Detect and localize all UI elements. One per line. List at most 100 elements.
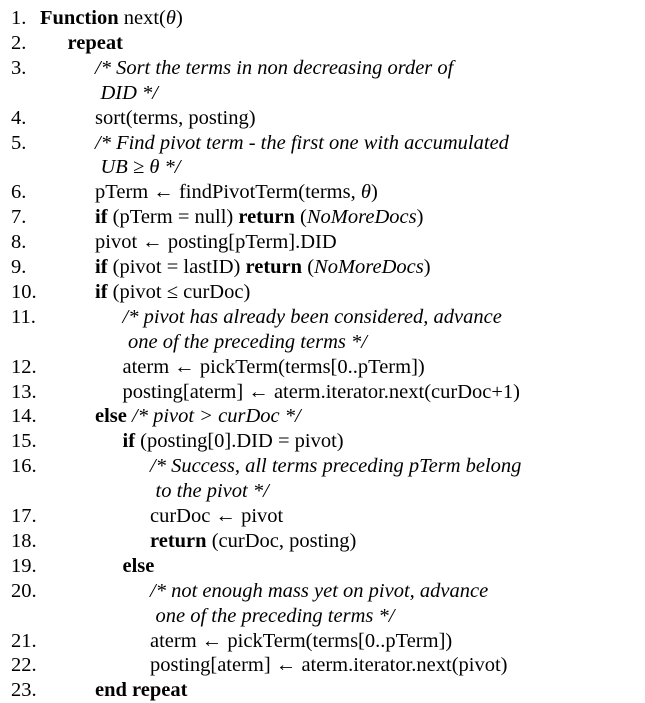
algorithm-line: one of the preceding terms */	[0, 604, 645, 629]
algorithm-line: 2. repeat	[0, 31, 645, 56]
line-number: 21.	[11, 629, 37, 652]
algorithm-line: 15. if (posting[0].DID = pivot)	[0, 429, 645, 454]
algorithm-line: 10. if (pivot ≤ curDoc)	[0, 280, 645, 305]
line-number: 19.	[11, 554, 37, 577]
line-code: aterm ← pickTerm(terms[0..pTerm])	[150, 629, 452, 654]
keyword: if	[95, 280, 108, 303]
line-code: pivot ← posting[pTerm].DID	[95, 230, 337, 255]
line-number: 13.	[11, 380, 37, 403]
algorithm-line: 3. /* Sort the terms in non decreasing or…	[0, 56, 645, 81]
comment-or-math: θ	[165, 7, 176, 29]
code-text: posting[aterm] ← aterm.iterator.next(cur…	[122, 380, 521, 403]
line-number: 14.	[11, 405, 37, 428]
code-text: (	[302, 256, 315, 278]
line-number: 8.	[11, 231, 27, 254]
line-number: 1.	[11, 7, 27, 29]
algorithm-line: UB ≥ θ */	[0, 155, 645, 180]
code-text: aterm ← pickTerm(terms[0..pTerm])	[150, 629, 453, 652]
line-number: 20.	[11, 579, 37, 602]
algorithm-line: 1. Function next(θ)	[0, 6, 645, 31]
algorithm-line: 16. /* Success, all terms preceding pTerm…	[0, 454, 645, 479]
line-code: end repeat	[95, 678, 187, 703]
line-code: aterm ← pickTerm(terms[0..pTerm])	[123, 355, 425, 380]
code-text: next(	[118, 7, 166, 29]
line-code: /* not enough mass yet on pivot, advance	[150, 579, 488, 604]
keyword: return	[245, 256, 303, 278]
algorithm-line: 7. if (pTerm = null) return (NoMoreDocs)	[0, 205, 645, 230]
algorithm-line: DID */	[0, 81, 645, 106]
line-number: 16.	[11, 455, 37, 478]
line-number: 22.	[11, 654, 37, 677]
code-text: (	[294, 206, 307, 229]
line-code: one of the preceding terms */	[156, 604, 395, 629]
line-number: 10.	[11, 280, 37, 303]
line-number: 5.	[11, 131, 27, 154]
line-code: /* Success, all terms preceding pTerm be…	[150, 454, 521, 479]
algorithm-line: 14. else /* pivot > curDoc */	[0, 404, 645, 429]
comment-or-math: to the pivot */	[155, 480, 269, 503]
line-number: 7.	[11, 206, 27, 229]
line-number: 15.	[11, 430, 37, 453]
keyword: else	[122, 554, 155, 577]
line-number: 23.	[11, 679, 37, 702]
comment-or-math: /* pivot > curDoc */	[126, 405, 301, 428]
line-number: 12.	[11, 355, 37, 378]
code-text: )	[423, 256, 431, 278]
comment-or-math: /* pivot has already been considered, ad…	[122, 305, 502, 328]
line-number: 9.	[11, 256, 27, 278]
comment-or-math: NoMoreDocs	[306, 206, 417, 229]
algorithm-line: 17. curDoc ← pivot	[0, 504, 645, 529]
line-code: if (pTerm = null) return (NoMoreDocs)	[95, 205, 423, 230]
line-number: 2.	[11, 31, 27, 54]
line-code: repeat	[68, 31, 123, 56]
code-text: (pTerm = null)	[107, 206, 239, 229]
code-text: (pivot ≤ curDoc)	[107, 280, 251, 303]
line-code: to the pivot */	[156, 479, 269, 504]
keyword: if	[122, 430, 136, 453]
code-text: )	[416, 206, 424, 229]
comment-or-math: DID */	[100, 81, 159, 104]
line-number: 11.	[11, 305, 36, 328]
code-text: pTerm ← findPivotTerm(terms,	[95, 181, 361, 204]
algorithm-line: 23. end repeat	[0, 678, 645, 703]
line-code: /* Sort the terms in non decreasing orde…	[95, 56, 453, 81]
algorithm-line: 18. return (curDoc, posting)	[0, 529, 645, 554]
code-text: posting[aterm] ← aterm.iterator.next(piv…	[150, 654, 508, 677]
line-code: else	[123, 554, 155, 579]
line-number: 6.	[11, 181, 27, 204]
algorithm-line: 12. aterm ← pickTerm(terms[0..pTerm])	[0, 355, 645, 380]
algorithm-listing: 1. Function next(θ) 2. repeat 3./* Sort the …	[0, 0, 645, 701]
line-code: if (pivot ≤ curDoc)	[95, 280, 250, 305]
algorithm-line: 13. posting[aterm] ← aterm.iterator.next(…	[0, 380, 645, 405]
line-code: posting[aterm] ← aterm.iterator.next(piv…	[150, 653, 508, 678]
line-code: Function next(θ)	[40, 6, 183, 31]
keyword: return	[150, 529, 207, 552]
line-code: pTerm ← findPivotTerm(terms, θ)	[95, 180, 378, 205]
line-code: else /* pivot > curDoc */	[95, 404, 301, 429]
comment-or-math: one of the preceding terms */	[155, 604, 395, 627]
algorithm-line: 21. aterm ← pickTerm(terms[0..pTerm])	[0, 629, 645, 654]
keyword: if	[95, 256, 108, 278]
line-code: one of the preceding terms */	[128, 330, 367, 355]
comment-or-math: one of the preceding terms */	[128, 330, 367, 353]
comment-or-math: /* Sort the terms in non decreasing orde…	[95, 56, 454, 79]
code-text: sort(terms, posting)	[95, 106, 256, 129]
keyword: return	[238, 206, 295, 229]
code-text: (posting[0].DID = pivot)	[135, 430, 344, 453]
line-code: DID */	[101, 81, 159, 106]
code-text: )	[175, 7, 183, 29]
line-number: 4.	[11, 106, 27, 129]
code-text: curDoc ← pivot	[150, 505, 284, 527]
line-code: curDoc ← pivot	[150, 504, 283, 529]
comment-or-math: UB ≥ θ */	[100, 156, 181, 179]
line-code: posting[aterm] ← aterm.iterator.next(cur…	[123, 380, 521, 405]
code-text: pivot ← posting[pTerm].DID	[95, 231, 337, 254]
comment-or-math: /* not enough mass yet on pivot, advance	[150, 579, 489, 602]
line-number: 17.	[11, 505, 37, 527]
comment-or-math: θ	[360, 181, 371, 204]
algorithm-line: 5. /* Find pivot term - the first one wit…	[0, 131, 645, 156]
line-code: UB ≥ θ */	[101, 155, 181, 180]
algorithm-line: 8. pivot ← posting[pTerm].DID	[0, 230, 645, 255]
algorithm-line: 9. if (pivot = lastID) return (NoMoreDocs…	[0, 255, 645, 280]
keyword: end repeat	[95, 679, 188, 702]
